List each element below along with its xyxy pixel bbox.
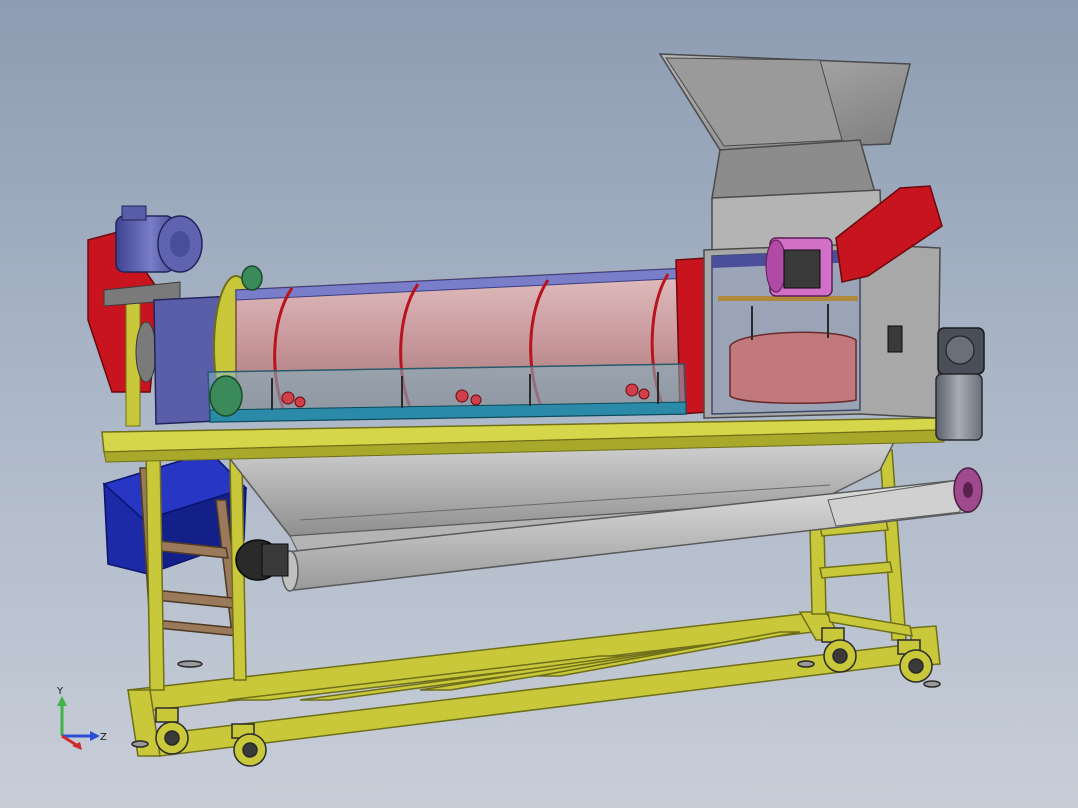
machine-3d-model[interactable] [0,0,1078,808]
gear-motor[interactable] [935,327,985,441]
caster-rear-left [821,627,857,673]
y-axis-label: Y [56,686,64,697]
drum-cover-panel[interactable] [207,363,687,423]
orientation-triad: Y Z [56,686,107,750]
z-axis-label: Z [100,732,107,743]
cad-viewport[interactable]: Y Z [0,0,1078,808]
caster-front-left [155,707,189,755]
auger-motor[interactable] [235,539,289,581]
